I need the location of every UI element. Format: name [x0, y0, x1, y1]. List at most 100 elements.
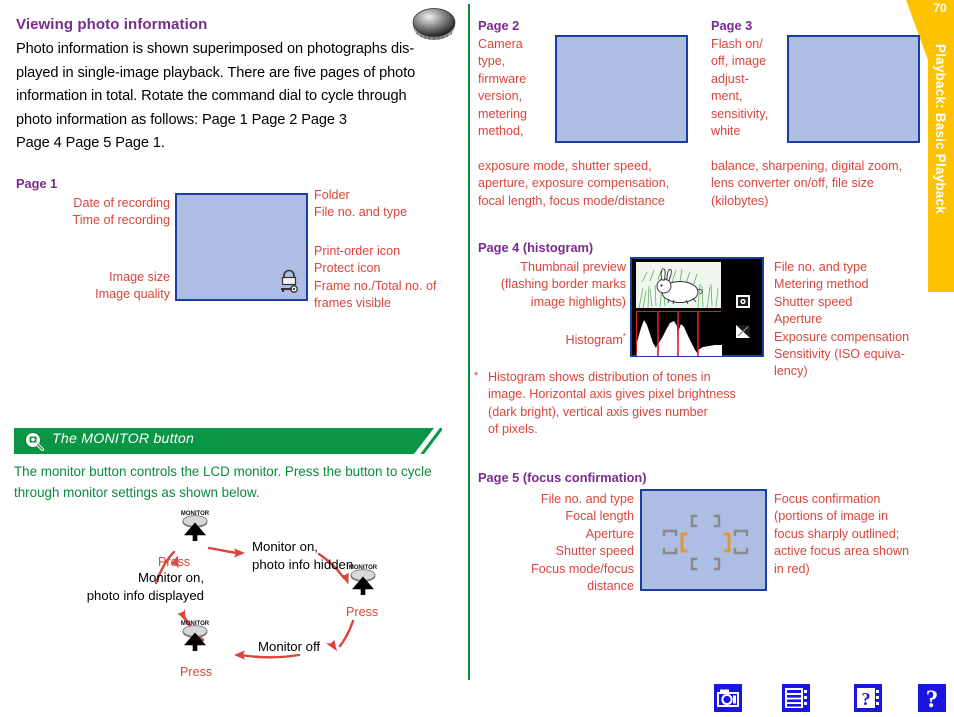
page2-side-line-5: metering	[478, 106, 552, 123]
press-label-bottom: Press	[180, 665, 212, 679]
label-focal-length: Focal length	[470, 508, 634, 525]
page3-side-line-5: sensitivity,	[711, 106, 787, 123]
page2-side-text: Camera type, firmware version, metering …	[478, 36, 552, 140]
label-sensitivity-line2: lency)	[774, 363, 950, 380]
page1-right-labels-upper: Folder File no. and type	[314, 187, 474, 222]
state1-line-2: photo info hidden	[252, 556, 392, 574]
page2-heading: Page 2	[478, 18, 519, 33]
state3-line-1: Monitor on,	[14, 569, 204, 587]
label-image-quality: Image quality	[20, 286, 170, 303]
page2-side-line-6: method,	[478, 123, 552, 140]
state2-line-1: Monitor off	[258, 638, 378, 656]
svg-text:?: ?	[926, 686, 939, 712]
page-number: 70	[929, 1, 951, 15]
label-exposure-compensation: Exposure compensation	[774, 329, 950, 346]
page1-left-labels-lower: Image size Image quality	[20, 269, 170, 304]
state1-line-1: Monitor on,	[252, 538, 392, 556]
page5-heading: Page 5 (focus confirmation)	[478, 470, 647, 485]
metering-method-icon	[736, 295, 750, 308]
page5-left-labels: File no. and type Focal length Aperture …	[470, 491, 634, 595]
page2-side-line-4: version,	[478, 88, 552, 105]
footnote-line-1: Histogram shows distribution of tones in	[488, 369, 768, 386]
label-shutter-speed-p4: Shutter speed	[774, 294, 950, 311]
exposure-compensation-icon	[736, 325, 750, 338]
histogram-footnote-marker: *	[623, 332, 626, 341]
page-title: Viewing photo information	[16, 16, 207, 33]
monitor-button-bottom: MONITOR	[172, 618, 218, 652]
label-frame-no-line1: Frame no./Total no. of	[314, 278, 476, 295]
cycle-state-monitor-on-info-hidden: Monitor on, photo info hidden	[252, 538, 392, 574]
intro-line-4: photo information as follows: Page 1 Pag…	[16, 109, 468, 133]
tip-header-slash	[416, 428, 442, 454]
label-file-no-and-type: File no. and type	[314, 204, 474, 221]
label-file-no-and-type-p4: File no. and type	[774, 259, 950, 276]
manual-page: 70 Playback: Basic Playback Viewing phot…	[0, 0, 954, 716]
focus-conf-line-1: Focus confirmation	[774, 491, 950, 508]
thumbnail-preview	[636, 262, 721, 308]
chapter-side-tab: 70 Playback: Basic Playback	[920, 0, 954, 292]
page3-side-line-6: white	[711, 123, 787, 140]
intro-line-1: Photo information is shown superimposed …	[16, 38, 468, 62]
page3-side-line-1: Flash on/	[711, 36, 787, 53]
footnote-line-2: image. Horizontal axis gives pixel brigh…	[488, 386, 768, 403]
histogram-plot	[636, 311, 721, 355]
page4-heading: Page 4 (histogram)	[478, 240, 593, 255]
cycle-state-monitor-off: Monitor off	[258, 638, 378, 656]
page3-wide-text: balance, sharpening, digital zoom, lens …	[711, 158, 946, 210]
label-shutter-speed-p5: Shutter speed	[470, 543, 634, 560]
label-focus-mode-line1: Focus mode/focus	[470, 561, 634, 578]
press-label-top: Press	[158, 555, 190, 569]
label-frame-no-line2: frames visible	[314, 295, 476, 312]
label-file-no-and-type-p5: File no. and type	[470, 491, 634, 508]
label-folder: Folder	[314, 187, 474, 204]
page4-lcd-screen	[630, 257, 764, 357]
tip-title: The MONITOR button	[52, 431, 194, 447]
focus-area-brackets	[642, 491, 769, 593]
page1-heading: Page 1	[16, 176, 57, 191]
page2-side-line-1: Camera	[478, 36, 552, 53]
intro-body: Photo information is shown superimposed …	[16, 38, 468, 156]
page4-histogram-label-wrap: Histogram*	[470, 328, 626, 350]
focus-conf-line-5: in red)	[774, 561, 950, 578]
focus-conf-line-3: focus sharply outlined;	[774, 526, 950, 543]
intro-line-2: played in single-image playback. There a…	[16, 62, 468, 86]
page4-right-labels: File no. and type Metering method Shutte…	[774, 259, 950, 381]
label-sensitivity-line1: Sensitivity (ISO equiva-	[774, 346, 950, 363]
bottom-navigation-bar[interactable]: ? ?	[714, 684, 946, 712]
page2-side-line-2: type,	[478, 53, 552, 70]
intro-line-5: Page 4 Page 5 Page 1.	[16, 132, 468, 156]
menu-list-icon[interactable]	[782, 684, 810, 712]
label-image-size: Image size	[20, 269, 170, 286]
focus-conf-line-4: active focus area shown	[774, 543, 950, 560]
help-page-icon[interactable]: ?	[854, 684, 882, 712]
label-date-of-recording: Date of recording	[20, 195, 170, 212]
page2-wide-line-1: exposure mode, shutter speed,	[478, 158, 708, 175]
label-aperture-p5: Aperture	[470, 526, 634, 543]
page3-side-line-4: ment,	[711, 88, 787, 105]
monitor-tip-icon	[24, 431, 44, 451]
page3-wide-line-3: (kilobytes)	[711, 193, 946, 210]
label-print-order-icon: Print-order icon	[314, 243, 476, 260]
page2-lcd-screen	[555, 35, 688, 143]
label-aperture-p4: Aperture	[774, 311, 950, 328]
page1-left-labels: Date of recording Time of recording	[20, 195, 170, 230]
page3-side-line-3: adjust-	[711, 71, 787, 88]
state3-line-2: photo info displayed	[14, 587, 204, 605]
page3-wide-line-2: lens converter on/off, file size	[711, 175, 946, 192]
intro-line-3: information in total. Rotate the command…	[16, 85, 468, 109]
label-focus-mode-line2: distance	[470, 578, 634, 595]
page2-wide-text: exposure mode, shutter speed, aperture, …	[478, 158, 708, 210]
svg-text:?: ?	[862, 689, 871, 709]
focus-conf-line-2: (portions of image in	[774, 508, 950, 525]
question-mark-icon[interactable]: ?	[918, 684, 946, 712]
page3-heading: Page 3	[711, 18, 752, 33]
page3-side-line-2: off, image	[711, 53, 787, 70]
footnote-line-4: of pixels.	[488, 421, 768, 438]
page3-side-text: Flash on/ off, image adjust- ment, sensi…	[711, 36, 787, 140]
protect-key-icon	[278, 269, 300, 293]
tip-body: The monitor button controls the LCD moni…	[14, 462, 474, 503]
press-label-right: Press	[346, 605, 378, 619]
camera-mode-icon[interactable]	[714, 684, 742, 712]
page1-right-labels-lower: Print-order icon Protect icon Frame no./…	[314, 243, 476, 313]
label-image-highlights: image highlights)	[470, 294, 626, 311]
